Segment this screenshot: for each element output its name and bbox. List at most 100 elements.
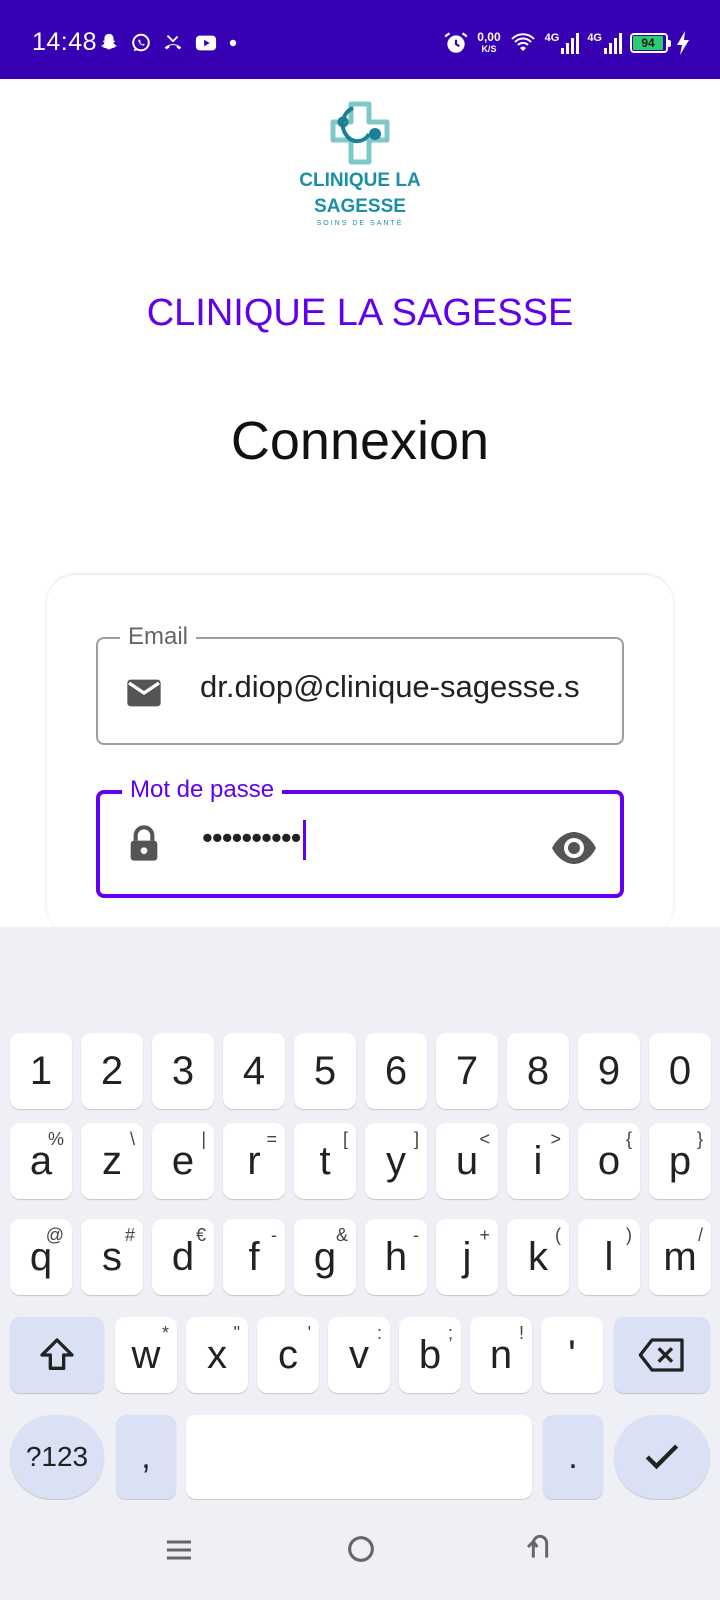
key-apostrophe[interactable]: ' [541,1317,603,1393]
key-j[interactable]: j + [436,1219,498,1295]
key-d[interactable]: d € [152,1219,214,1295]
signal-bars-icon [604,33,622,54]
symbols-key[interactable]: ?123 [10,1415,104,1499]
password-input-value: •••••••••• [202,820,302,856]
network-speed-unit: K/S [481,44,497,54]
password-input[interactable]: •••••••••• [202,820,592,860]
email-input[interactable]: dr.diop@clinique-sagesse.s [200,669,590,705]
show-password-icon[interactable] [550,824,598,872]
key-u[interactable]: u < [436,1123,498,1199]
key-hint: - [413,1225,419,1245]
key-z[interactable]: z \ [81,1123,143,1199]
key-label: m [663,1234,697,1279]
key-a[interactable]: a% [10,1123,72,1199]
key-g[interactable]: g & [294,1219,356,1295]
key-x[interactable]: x " [186,1317,248,1393]
key-t[interactable]: t[ [294,1123,356,1199]
key-label: w [131,1332,161,1377]
key-hint: + [479,1225,490,1245]
key-label: o [597,1138,621,1183]
key-7[interactable]: 7 [436,1033,498,1109]
key-label: k [528,1234,548,1279]
key-hint: ) [626,1225,632,1245]
back-nav-icon[interactable] [524,1530,556,1564]
more-notifications-icon [229,39,237,47]
navigation-bar [0,1500,720,1600]
key-label: f [248,1234,260,1279]
key-b[interactable]: b; [399,1317,461,1393]
cell-signal-2: 4G [587,32,622,54]
key-y[interactable]: y] [365,1123,427,1199]
key-label: d [171,1234,195,1279]
page-title: Connexion [230,411,490,471]
checkmark-icon [645,1444,679,1470]
key-2[interactable]: 2 [81,1033,143,1109]
key-hint: % [47,1129,64,1149]
key-label: ' [568,1332,576,1377]
key-m[interactable]: m / [649,1219,711,1295]
key-f[interactable]: f- [223,1219,285,1295]
shift-key[interactable] [10,1317,104,1393]
key-v[interactable]: v: [328,1317,390,1393]
key-o[interactable]: o{ [578,1123,640,1199]
space-key[interactable] [186,1415,532,1499]
key-4[interactable]: 4 [223,1033,285,1109]
logo-tagline: SOINS DE SANTÉ [316,220,404,227]
key-q[interactable]: q @ [10,1219,72,1295]
logo-line-1: CLINIQUE LA [299,170,421,191]
key-6[interactable]: 6 [365,1033,427,1109]
email-field[interactable]: Email dr.diop@clinique-sagesse.s [96,623,624,745]
key-1[interactable]: 1 [10,1033,72,1109]
key-label: z [102,1138,122,1183]
email-icon [127,679,161,707]
key-hint: / [697,1225,703,1245]
key-e[interactable]: e | [152,1123,214,1199]
key-label: 6 [384,1048,408,1093]
key-label: 0 [668,1048,692,1093]
key-label: 2 [100,1048,124,1093]
comma-key[interactable]: , [116,1415,176,1499]
key-p[interactable]: p} [649,1123,711,1199]
password-field[interactable]: Mot de passe •••••••••• [96,776,624,898]
key-hint: : [376,1323,382,1343]
key-0[interactable]: 0 [649,1033,711,1109]
key-k[interactable]: k( [507,1219,569,1295]
logo-line-2: SAGESSE [314,196,406,217]
enter-key[interactable] [614,1415,710,1499]
key-s[interactable]: s # [81,1219,143,1295]
key-3[interactable]: 3 [152,1033,214,1109]
key-c[interactable]: c ' [257,1317,319,1393]
key-label: s [102,1234,122,1279]
wifi-icon [510,33,535,51]
home-nav-icon[interactable] [344,1532,378,1566]
key-label: n [489,1332,513,1377]
clinic-logo: CLINIQUE LA SAGESSE SOINS DE SANTÉ [286,100,434,230]
key-l[interactable]: l) [578,1219,640,1295]
key-5[interactable]: 5 [294,1033,356,1109]
key-8[interactable]: 8 [507,1033,569,1109]
key-hint: * [161,1323,169,1343]
charging-icon [677,31,689,55]
key-label: 5 [313,1048,337,1093]
key-label: 8 [526,1048,550,1093]
key-w[interactable]: w * [115,1317,177,1393]
missed-call-icon [164,35,182,50]
key-label: 3 [171,1048,195,1093]
key-label: x [207,1332,227,1377]
menu-nav-icon[interactable] [163,1534,195,1566]
brand-title: CLINIQUE LA SAGESSE [146,292,574,334]
key-hint: < [479,1129,490,1149]
key-9[interactable]: 9 [578,1033,640,1109]
key-label: h [384,1234,408,1279]
key-i[interactable]: i > [507,1123,569,1199]
key-n[interactable]: n! [470,1317,532,1393]
key-hint: ] [413,1129,419,1149]
cell-type-2: 4G [587,32,602,44]
backspace-key[interactable] [614,1317,710,1393]
period-key[interactable]: . [543,1415,603,1499]
key-h[interactable]: h- [365,1219,427,1295]
key-r[interactable]: r = [223,1123,285,1199]
key-hint: ( [555,1225,561,1245]
key-label: v [349,1332,369,1377]
key-label: 7 [455,1048,479,1093]
